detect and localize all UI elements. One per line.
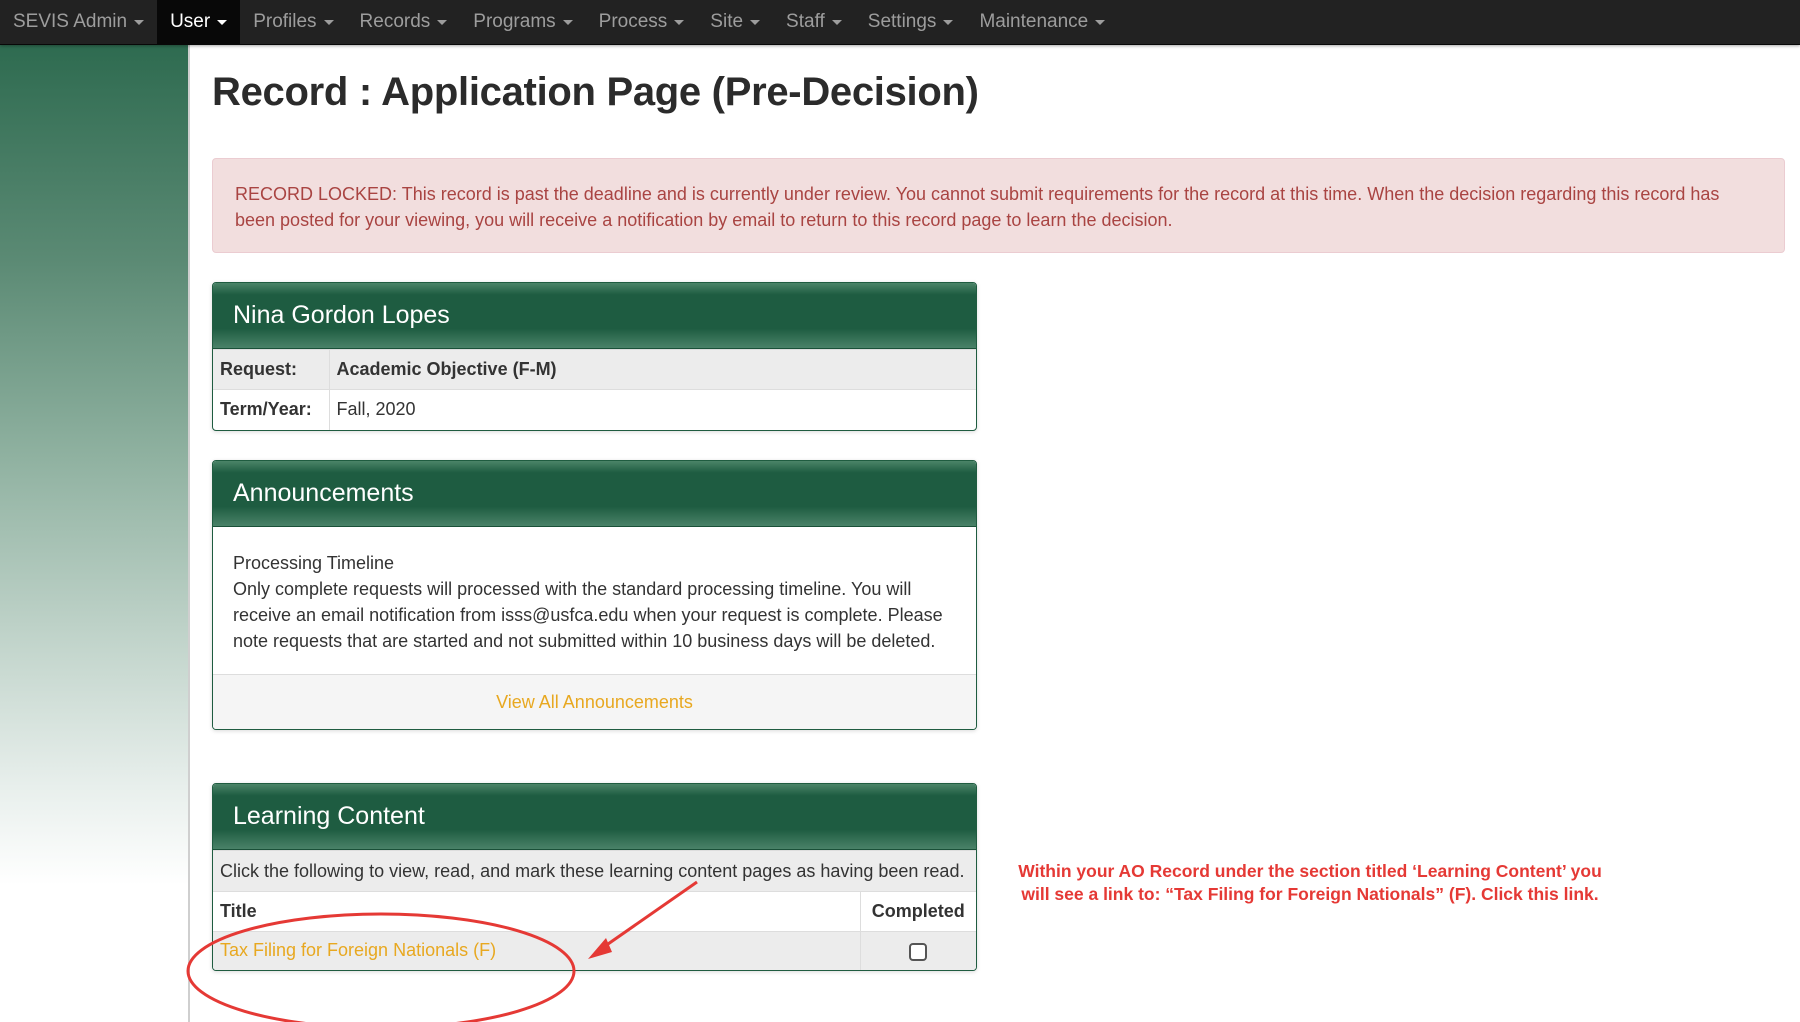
caret-down-icon	[323, 19, 334, 25]
table-header-row: Title Completed	[213, 891, 976, 932]
term-year-label: Term/Year:	[213, 389, 330, 430]
caret-down-icon	[1095, 19, 1106, 25]
nav-profiles[interactable]: Profiles	[240, 0, 346, 44]
nav-site[interactable]: Site	[697, 0, 773, 44]
caret-down-icon	[437, 19, 448, 25]
nav-label: Profiles	[253, 11, 317, 32]
nav-label: Staff	[786, 11, 825, 32]
nav-records[interactable]: Records	[347, 0, 461, 44]
learning-content-table: Title Completed Tax Filing for Foreign N…	[213, 891, 976, 970]
announcements-title: Announcements	[213, 461, 976, 527]
nav-sevis-admin[interactable]: SEVIS Admin	[0, 0, 157, 44]
caret-down-icon	[831, 19, 842, 25]
announcement-text: Only complete requests will processed wi…	[233, 579, 943, 651]
view-all-announcements-link[interactable]: View All Announcements	[496, 692, 693, 713]
nav-label: Site	[710, 11, 744, 32]
nav-label: SEVIS Admin	[13, 11, 128, 32]
announcement-heading: Processing Timeline	[233, 553, 395, 573]
caret-down-icon	[674, 19, 685, 25]
page-title: Record : Application Page (Pre-Decision)	[212, 70, 979, 114]
learning-content-intro: Click the following to view, read, and m…	[213, 850, 976, 891]
nav-user[interactable]: User	[157, 0, 241, 44]
nav-settings[interactable]: Settings	[855, 0, 967, 44]
caret-down-icon	[217, 19, 228, 25]
instruction-annotation: Within your AO Record under the section …	[985, 860, 1635, 906]
nav-label: Settings	[867, 11, 937, 32]
tax-filing-link[interactable]: Tax Filing for Foreign Nationals (F)	[220, 940, 496, 960]
annotation-line-1: Within your AO Record under the section …	[1018, 861, 1602, 881]
completed-checkbox[interactable]	[909, 942, 928, 961]
table-row: Request: Academic Objective (F-M)	[213, 349, 976, 390]
column-header-title: Title	[213, 891, 860, 932]
nav-staff[interactable]: Staff	[773, 0, 855, 44]
term-year-value: Fall, 2020	[329, 389, 976, 430]
caret-down-icon	[943, 19, 954, 25]
announcements-footer: View All Announcements	[213, 674, 976, 729]
column-header-completed: Completed	[859, 891, 976, 932]
nav-label: Maintenance	[979, 11, 1089, 32]
nav-maintenance[interactable]: Maintenance	[966, 0, 1118, 44]
nav-label: Programs	[473, 11, 556, 32]
caret-down-icon	[750, 19, 761, 25]
request-label: Request:	[213, 349, 330, 390]
caret-down-icon	[134, 19, 145, 25]
record-locked-alert: RECORD LOCKED: This record is past the d…	[212, 158, 1785, 253]
announcement-body: Processing Timeline Only complete reques…	[213, 527, 976, 674]
alert-text: RECORD LOCKED: This record is past the d…	[235, 184, 1720, 230]
nav-programs[interactable]: Programs	[460, 0, 585, 44]
learning-content-title: Learning Content	[213, 784, 976, 850]
request-value: Academic Objective (F-M)	[329, 349, 976, 390]
nav-label: Process	[598, 11, 668, 32]
nav-label: User	[170, 11, 211, 32]
sidebar	[0, 45, 190, 1022]
table-row: Tax Filing for Foreign Nationals (F)	[213, 931, 976, 970]
nav-label: Records	[359, 11, 431, 32]
record-info-table: Request: Academic Objective (F-M) Term/Y…	[213, 349, 976, 430]
record-holder-name: Nina Gordon Lopes	[213, 283, 976, 349]
nav-process[interactable]: Process	[586, 0, 698, 44]
record-info-panel: Nina Gordon Lopes Request: Academic Obje…	[212, 282, 977, 431]
top-navbar: SEVIS Admin User Profiles Records Progra…	[0, 0, 1800, 45]
announcements-panel: Announcements Processing Timeline Only c…	[212, 460, 977, 730]
annotation-line-2: will see a link to: “Tax Filing for Fore…	[1021, 884, 1599, 904]
table-row: Term/Year: Fall, 2020	[213, 389, 976, 430]
caret-down-icon	[562, 19, 573, 25]
learning-content-panel: Learning Content Click the following to …	[212, 783, 977, 971]
